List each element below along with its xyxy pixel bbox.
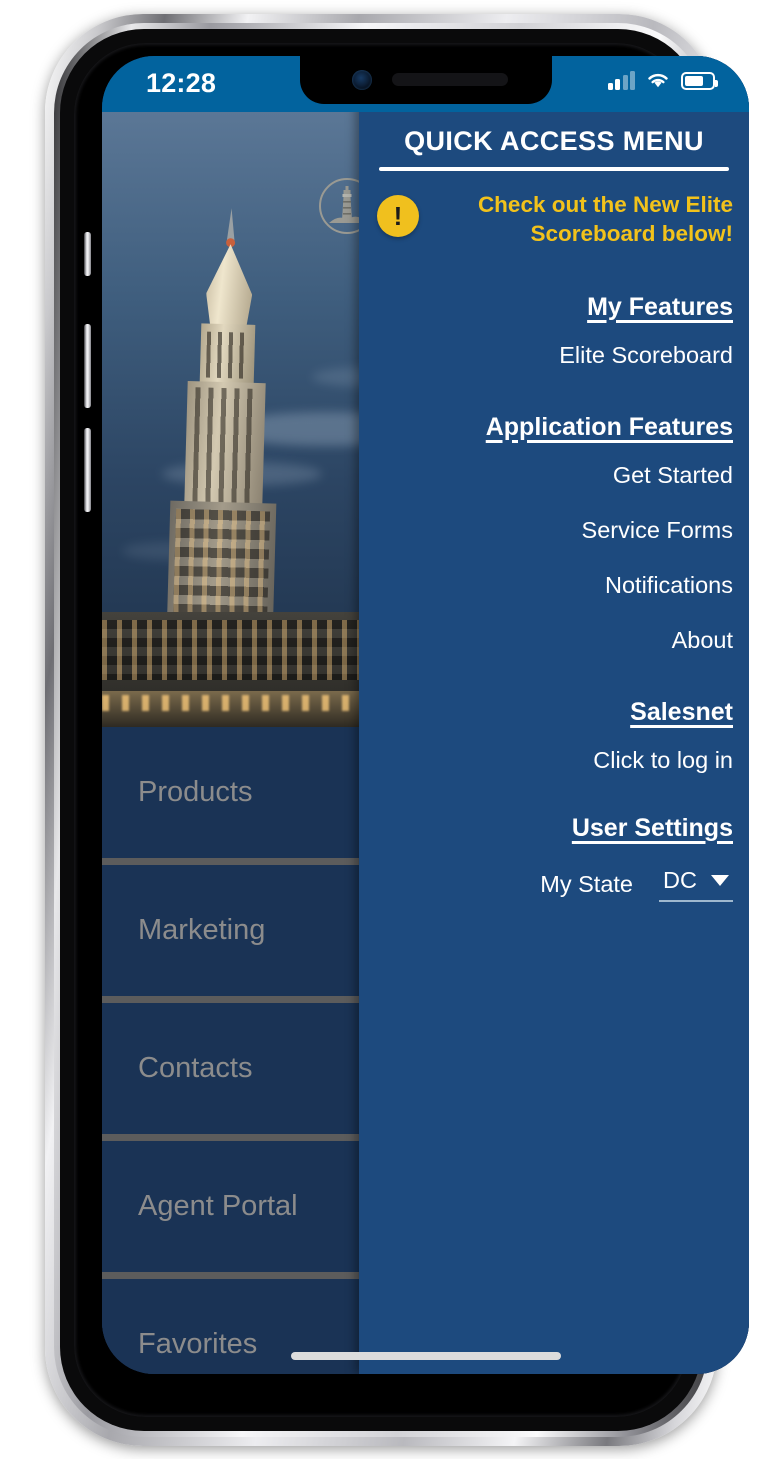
status-bar-indicators — [607, 70, 718, 90]
notch — [299, 56, 552, 104]
chevron-down-icon — [710, 874, 729, 886]
menu-item-get-started[interactable]: Get Started — [375, 462, 733, 489]
tower-shaft — [184, 381, 266, 512]
sidebar-item-label: Marketing — [138, 914, 266, 946]
tower-dome — [205, 244, 253, 331]
group-application-features: Application Features Get Started Service… — [375, 413, 733, 654]
screenshot-root: Products Marketing Contacts Agent Portal… — [0, 0, 760, 1459]
quick-access-menu-panel: QUICK ACCESS MENU Check out the New Elit… — [359, 56, 749, 1374]
wifi-icon — [648, 73, 668, 88]
front-camera-icon — [351, 70, 372, 90]
status-bar-clock: 12:28 — [146, 68, 217, 98]
title-divider — [379, 167, 729, 171]
page-title: QUICK ACCESS MENU — [404, 126, 704, 156]
group-salesnet: Salesnet Click to log in — [375, 698, 733, 774]
sidebar-item-label: Favorites — [138, 1328, 258, 1360]
sidebar-item-label: Products — [138, 776, 253, 808]
volume-up-button[interactable] — [84, 324, 91, 408]
menu-item-about[interactable]: About — [375, 627, 733, 654]
phone-frame: Products Marketing Contacts Agent Portal… — [45, 14, 749, 1446]
group-heading[interactable]: Salesnet — [375, 698, 733, 727]
silent-switch-button[interactable] — [84, 232, 91, 276]
sidebar-item-label: Contacts — [138, 1052, 253, 1084]
sidebar-item-label: Agent Portal — [138, 1190, 298, 1222]
menu-item-salesnet-login[interactable]: Click to log in — [375, 747, 733, 774]
notice-banner: Check out the New Elite Scoreboard below… — [375, 191, 733, 249]
notice-text: Check out the New Elite Scoreboard below… — [477, 192, 733, 246]
group-heading[interactable]: My Features — [375, 293, 733, 322]
group-heading[interactable]: User Settings — [375, 814, 733, 843]
group-my-features: My Features Elite Scoreboard — [375, 293, 733, 369]
volume-down-button[interactable] — [84, 428, 91, 512]
alert-exclamation-icon — [377, 195, 419, 237]
tower-spire — [226, 208, 236, 243]
menu-item-notifications[interactable]: Notifications — [375, 572, 733, 599]
tower-lantern — [199, 323, 256, 387]
menu-item-service-forms[interactable]: Service Forms — [375, 517, 733, 544]
my-state-label: My State — [540, 870, 633, 897]
my-state-row: My State DC — [375, 867, 733, 902]
home-indicator[interactable] — [290, 1352, 561, 1360]
my-state-select[interactable]: DC — [659, 867, 733, 902]
speaker-grille-icon — [391, 73, 508, 86]
signal-bars-icon — [607, 70, 635, 90]
group-user-settings: User Settings My State DC — [375, 814, 733, 902]
my-state-value: DC — [663, 866, 697, 893]
phone-screen: Products Marketing Contacts Agent Portal… — [102, 56, 749, 1374]
menu-item-elite-scoreboard[interactable]: Elite Scoreboard — [375, 342, 733, 369]
battery-icon — [681, 72, 718, 90]
group-heading[interactable]: Application Features — [375, 413, 733, 442]
